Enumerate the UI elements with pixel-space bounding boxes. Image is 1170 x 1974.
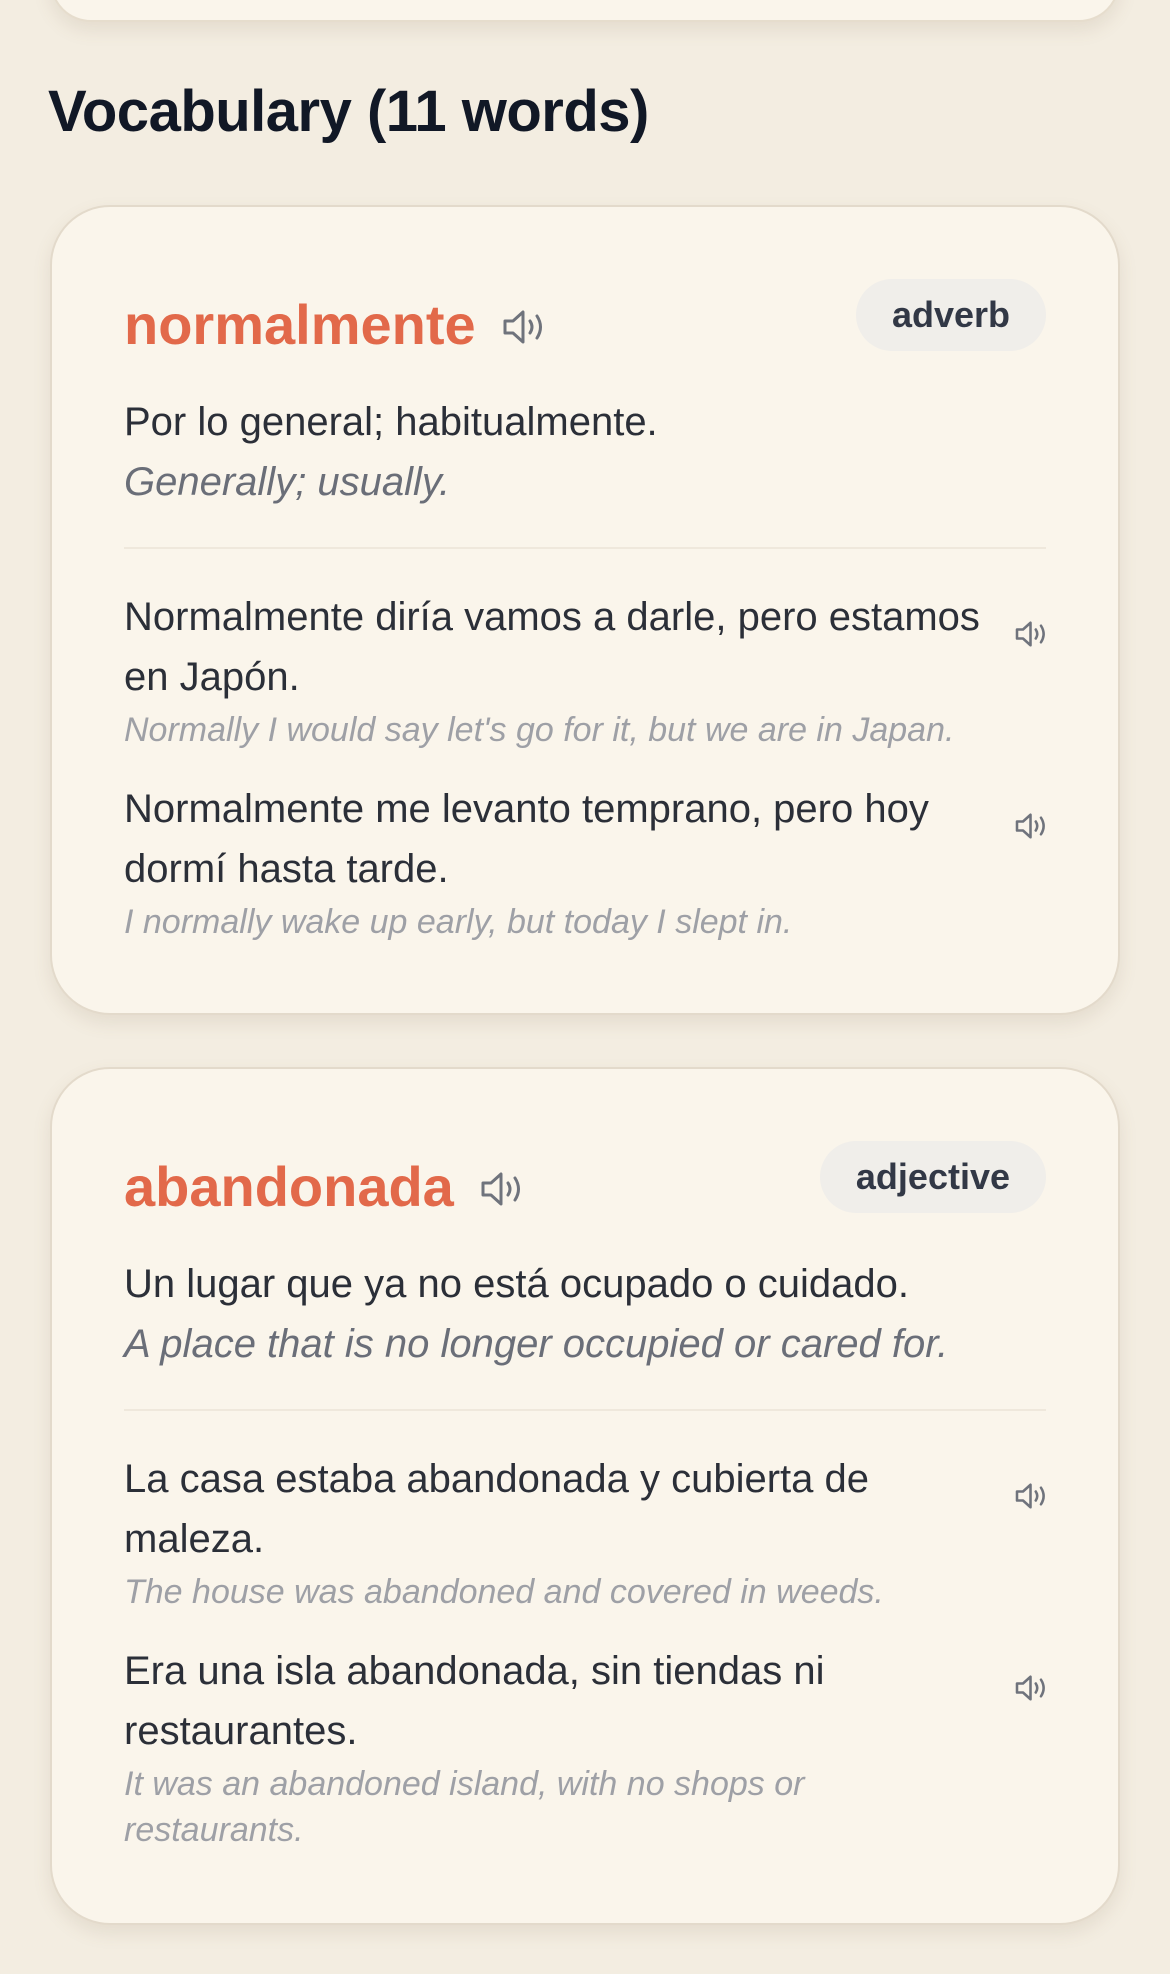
example-english: It was an abandoned island, with no shop…	[124, 1765, 805, 1849]
speaker-icon[interactable]	[1014, 619, 1050, 649]
vocabulary-card: abandonada adjective Un lugar que ya no …	[50, 1067, 1120, 1925]
divider	[124, 547, 1046, 549]
speaker-icon[interactable]	[1014, 1481, 1050, 1511]
example-spanish: La casa estaba abandonada y cubierta de …	[124, 1457, 870, 1561]
speaker-icon[interactable]	[502, 307, 548, 347]
example-english: Normally I would say let's go for it, bu…	[124, 711, 955, 749]
section-title: Vocabulary (11 words)	[48, 79, 649, 144]
example-spanish: Era una isla abandonada, sin tiendas ni …	[124, 1649, 825, 1753]
example-english: I normally wake up early, but today I sl…	[124, 903, 793, 941]
example-spanish: Normalmente diría vamos a darle, pero es…	[124, 595, 980, 699]
definition: Un lugar que ya no está ocupado o cuidad…	[124, 1262, 910, 1306]
speaker-icon[interactable]	[480, 1169, 526, 1209]
vocab-word: normalmente	[124, 292, 476, 356]
example-sentence: Normalmente diría vamos a darle, pero es…	[124, 587, 1050, 753]
vocabulary-page: Vocabulary (11 words) normalmente adverb…	[0, 0, 1170, 1974]
example-sentence: Normalmente me levanto temprano, pero ho…	[124, 779, 1050, 945]
definition-translation: A place that is no longer occupied or ca…	[124, 1322, 949, 1366]
definition-translation: Generally; usually.	[124, 460, 451, 504]
divider	[124, 1409, 1046, 1411]
example-sentence: La casa estaba abandonada y cubierta de …	[124, 1449, 1050, 1615]
vocabulary-card: normalmente adverb Por lo general; habit…	[50, 205, 1120, 1015]
definition: Por lo general; habitualmente.	[124, 400, 658, 444]
word-header: abandonada	[124, 1151, 526, 1221]
speaker-icon[interactable]	[1014, 811, 1050, 841]
vocab-word: abandonada	[124, 1154, 454, 1218]
speaker-icon[interactable]	[1014, 1673, 1050, 1703]
example-english: The house was abandoned and covered in w…	[124, 1573, 884, 1611]
example-spanish: Normalmente me levanto temprano, pero ho…	[124, 787, 929, 891]
previous-card	[50, 0, 1120, 22]
part-of-speech-badge: adverb	[855, 279, 1046, 351]
word-header: normalmente	[124, 289, 548, 359]
example-sentence: Era una isla abandonada, sin tiendas ni …	[124, 1641, 1050, 1853]
part-of-speech-badge: adjective	[819, 1141, 1046, 1213]
